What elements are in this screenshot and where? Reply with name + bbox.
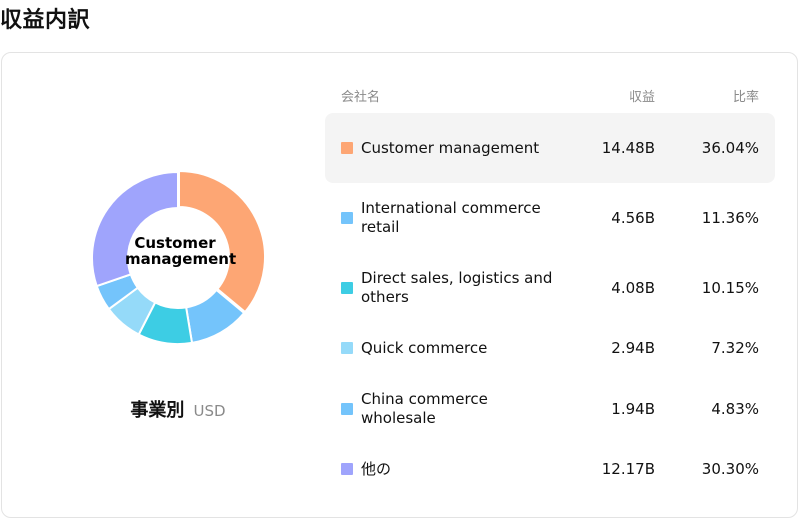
table-row[interactable]: 他の 12.17B 30.30%: [325, 434, 775, 504]
table-row[interactable]: Customer management 14.48B 36.04%: [325, 113, 775, 183]
legend-swatch: [341, 342, 353, 354]
legend-swatch: [341, 403, 353, 415]
company-name: Quick commerce: [361, 338, 488, 357]
revenue-value: 2.94B: [611, 339, 655, 357]
legend-swatch: [341, 142, 353, 154]
legend-swatch: [341, 282, 353, 294]
revenue-value: 14.48B: [601, 139, 655, 157]
donut-center-label: Customer management: [125, 234, 237, 268]
column-header-ratio: 比率: [732, 90, 759, 105]
ratio-value: 30.30%: [701, 460, 759, 478]
caption-segment-label: 事業別: [130, 400, 185, 421]
ratio-value: 11.36%: [701, 209, 759, 227]
table-row[interactable]: International commerce retail 4.56B 11.36%: [325, 183, 775, 253]
donut-slice[interactable]: [91, 170, 179, 288]
column-header-revenue: 収益: [628, 90, 655, 105]
company-name: 他の: [361, 459, 392, 478]
ratio-value: 7.32%: [711, 339, 759, 357]
legend-swatch: [341, 463, 353, 475]
page-title: 収益内訳: [0, 8, 91, 33]
ratio-value: 36.04%: [701, 139, 759, 157]
caption-currency-unit: USD: [193, 402, 226, 420]
legend-swatch: [341, 212, 353, 224]
company-name: International commerce retail: [361, 199, 541, 236]
chart-caption: 事業別 USD: [90, 396, 266, 422]
donut-chart: Customer management: [90, 170, 266, 346]
revenue-value: 12.17B: [601, 460, 655, 478]
table-row[interactable]: Quick commerce 2.94B 7.32%: [325, 313, 775, 383]
company-name: Customer management: [361, 138, 540, 157]
revenue-value: 4.56B: [611, 209, 655, 227]
column-header-company: 会社名: [341, 90, 381, 105]
